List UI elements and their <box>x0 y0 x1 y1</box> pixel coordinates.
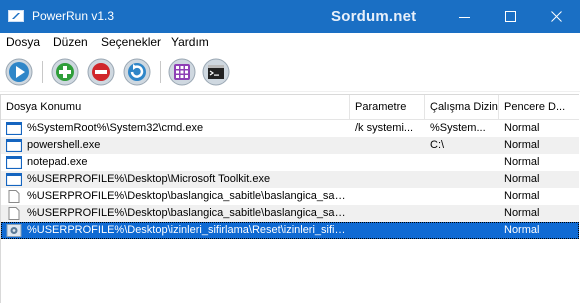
grid-icon[interactable] <box>167 57 197 87</box>
cell-window: Normal <box>504 190 540 202</box>
close-button[interactable] <box>534 0 580 33</box>
cell-workdir: C:\ <box>430 139 445 151</box>
table-row[interactable]: %USERPROFILE%\Desktop\baslangica_sabitle… <box>1 188 579 205</box>
maximize-button[interactable] <box>488 0 534 33</box>
window-icon <box>6 173 22 186</box>
toolbar <box>0 53 580 92</box>
cell-window: Normal <box>504 207 540 219</box>
cell-path: %USERPROFILE%\Desktop\izinleri_sifirlama… <box>27 224 347 236</box>
menu-duzen[interactable]: Düzen <box>53 35 88 49</box>
remove-icon[interactable] <box>86 57 116 87</box>
minimize-button[interactable] <box>442 0 488 33</box>
cell-param: /k systemi... <box>355 122 414 134</box>
column-header-param[interactable]: Parametre <box>350 95 425 119</box>
app-icon <box>8 10 24 22</box>
cell-param <box>355 205 423 222</box>
cell-workdir <box>430 188 496 205</box>
cell-window: Normal <box>504 139 540 151</box>
cell-workdir <box>430 171 496 188</box>
list-header: Dosya Konumu Parametre Çalışma Dizini Pe… <box>1 95 579 120</box>
table-row[interactable]: %SystemRoot%\System32\cmd.exe /k systemi… <box>1 120 579 137</box>
cell-window: Normal <box>504 156 540 168</box>
cell-path: powershell.exe <box>27 139 101 151</box>
add-icon[interactable] <box>50 57 80 87</box>
cell-path: %USERPROFILE%\Desktop\Microsoft Toolkit.… <box>27 173 271 185</box>
cell-window: Normal <box>504 173 540 185</box>
cell-window: Normal <box>504 122 540 134</box>
menu-yardim[interactable]: Yardım <box>171 35 209 49</box>
table-row[interactable]: notepad.exe Normal <box>1 154 579 171</box>
cell-path: notepad.exe <box>27 156 88 168</box>
cell-param <box>355 154 423 171</box>
column-header-path[interactable]: Dosya Konumu <box>1 95 350 119</box>
window-icon <box>6 156 22 169</box>
cell-param <box>355 188 423 205</box>
cell-workdir <box>430 222 496 239</box>
file-icon <box>8 190 20 203</box>
cell-param <box>355 171 423 188</box>
window-title: PowerRun v1.3 <box>32 9 115 23</box>
watermark: Sordum.net <box>331 8 417 25</box>
maximize-icon <box>505 11 516 22</box>
file-list[interactable]: Dosya Konumu Parametre Çalışma Dizini Pe… <box>0 94 579 303</box>
cell-param <box>355 137 423 154</box>
column-header-window[interactable]: Pencere D... <box>499 95 579 119</box>
column-header-workdir[interactable]: Çalışma Dizini <box>425 95 499 119</box>
menu-dosya[interactable]: Dosya <box>6 35 40 49</box>
title-bar[interactable]: PowerRun v1.3 Sordum.net <box>0 0 580 33</box>
run-icon[interactable] <box>4 57 34 87</box>
cell-workdir <box>430 205 496 222</box>
cell-workdir: %System... <box>430 122 486 134</box>
gear-file-icon <box>6 224 22 237</box>
toolbar-separator <box>160 61 161 83</box>
window-icon <box>6 122 22 135</box>
cell-workdir <box>430 154 496 171</box>
minimize-icon <box>459 17 470 18</box>
cell-path: %USERPROFILE%\Desktop\baslangica_sabitle… <box>27 190 347 202</box>
cell-path: %USERPROFILE%\Desktop\baslangica_sabitle… <box>27 207 347 219</box>
table-row[interactable]: %USERPROFILE%\Desktop\baslangica_sabitle… <box>1 205 579 222</box>
table-row[interactable]: %USERPROFILE%\Desktop\Microsoft Toolkit.… <box>1 171 579 188</box>
menu-bar: Dosya Düzen Seçenekler Yardım <box>0 33 580 52</box>
cmd-icon[interactable] <box>201 57 231 87</box>
window-icon <box>6 139 22 152</box>
cell-param <box>355 222 423 239</box>
cell-path: %SystemRoot%\System32\cmd.exe <box>27 122 204 134</box>
close-icon <box>551 11 562 22</box>
table-row-selected[interactable]: %USERPROFILE%\Desktop\izinleri_sifirlama… <box>1 222 579 239</box>
refresh-icon[interactable] <box>122 57 152 87</box>
file-icon <box>8 207 20 220</box>
menu-secenekler[interactable]: Seçenekler <box>101 35 161 49</box>
table-row[interactable]: powershell.exe C:\ Normal <box>1 137 579 154</box>
cell-window: Normal <box>504 224 540 236</box>
toolbar-separator <box>42 61 43 83</box>
